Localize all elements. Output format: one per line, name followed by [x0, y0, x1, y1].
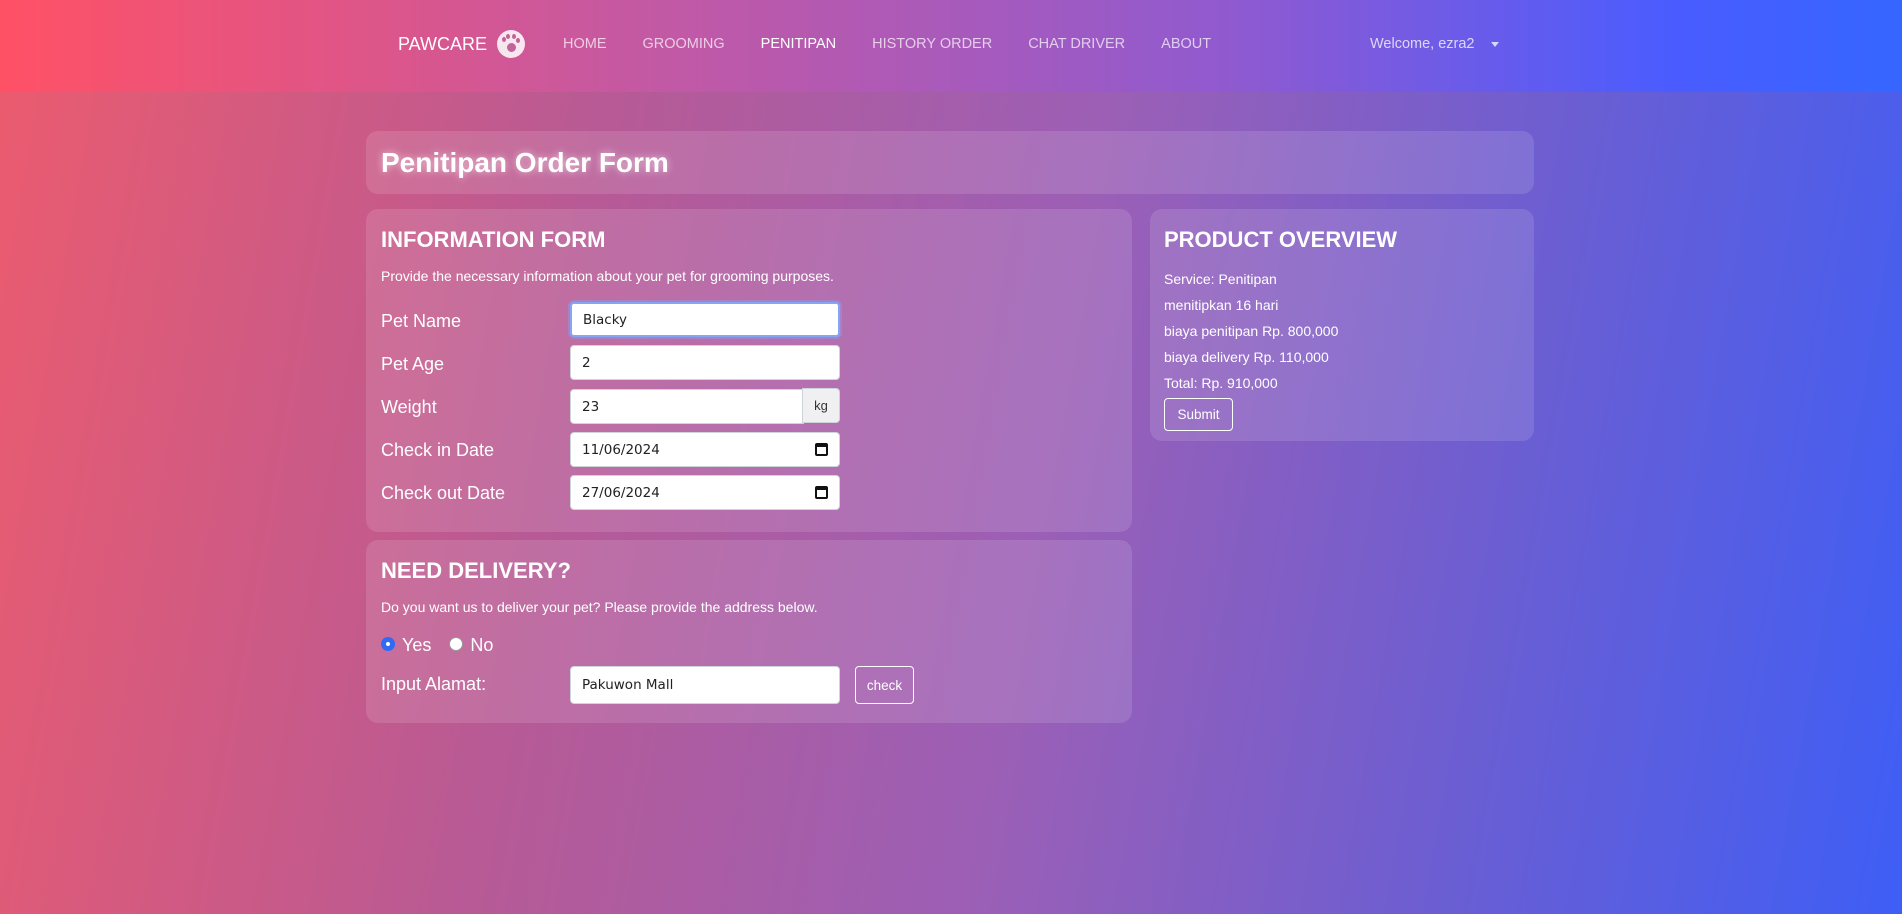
- radio-yes-label[interactable]: Yes: [402, 635, 431, 656]
- checkin-date-label: Check in Date: [381, 440, 495, 460]
- paw-icon: [497, 30, 526, 58]
- brand[interactable]: PAWCARE: [398, 30, 526, 58]
- delivery-heading: NEED DELIVERY?: [381, 558, 571, 583]
- delivery-description: Do you want us to deliver your pet? Plea…: [381, 599, 818, 615]
- overview-duration: menitipkan 16 hari: [1164, 297, 1279, 313]
- weight-input[interactable]: [570, 389, 804, 424]
- navbar: PAWCARE HOME GROOMING PENITIPAN HISTORY …: [0, 0, 1902, 92]
- pet-name-input[interactable]: [570, 302, 840, 337]
- nav-links: HOME GROOMING PENITIPAN HISTORY ORDER CH…: [563, 36, 1247, 52]
- radio-yes[interactable]: [381, 636, 395, 651]
- user-menu[interactable]: Welcome, ezra2: [1370, 36, 1499, 52]
- information-form: INFORMATION FORM Provide the necessary i…: [366, 209, 1132, 532]
- check-address-button[interactable]: check: [855, 666, 914, 704]
- address-input[interactable]: [570, 666, 840, 704]
- nav-link-home[interactable]: HOME: [563, 36, 607, 52]
- radio-no[interactable]: [449, 636, 464, 651]
- pet-name-label: Pet Name: [381, 311, 462, 331]
- user-welcome[interactable]: Welcome, ezra2: [1370, 36, 1475, 52]
- page-title: Penitipan Order Form: [381, 147, 669, 178]
- overview-heading: PRODUCT OVERVIEW: [1164, 227, 1398, 252]
- checkout-date-value: 27/06/2024: [582, 484, 660, 501]
- nav-link-history-order[interactable]: HISTORY ORDER: [872, 36, 992, 52]
- information-form-description: Provide the necessary information about …: [381, 268, 834, 284]
- radio-no-label[interactable]: No: [470, 635, 493, 656]
- overview-boarding-cost: biaya penitipan Rp. 800,000: [1164, 323, 1339, 339]
- calendar-icon[interactable]: [815, 486, 828, 499]
- overview-delivery-cost: biaya delivery Rp. 110,000: [1164, 349, 1329, 365]
- nav-link-about[interactable]: ABOUT: [1161, 36, 1211, 52]
- weight-unit-addon: kg: [802, 388, 840, 423]
- pet-age-label: Pet Age: [381, 354, 445, 374]
- overview-service: Service: Penitipan: [1164, 271, 1277, 287]
- calendar-icon[interactable]: [815, 443, 828, 456]
- product-overview: PRODUCT OVERVIEW Service: Penitipan meni…: [1150, 209, 1534, 441]
- checkin-date-value: 11/06/2024: [582, 441, 660, 458]
- checkout-date-label: Check out Date: [381, 483, 506, 503]
- nav-link-chat-driver[interactable]: CHAT DRIVER: [1028, 36, 1125, 52]
- submit-button[interactable]: Submit: [1164, 398, 1233, 431]
- nav-link-penitipan[interactable]: PENITIPAN: [761, 36, 836, 52]
- information-form-heading: INFORMATION FORM: [381, 227, 606, 252]
- checkin-date-input[interactable]: 11/06/2024: [570, 432, 840, 467]
- delivery-form: NEED DELIVERY? Do you want us to deliver…: [366, 540, 1132, 723]
- page-title-card: Penitipan Order Form: [366, 131, 1534, 194]
- chevron-down-icon[interactable]: [1490, 41, 1499, 47]
- delivery-options: Yes No: [381, 635, 493, 656]
- pet-age-input[interactable]: [570, 345, 840, 380]
- nav-link-grooming[interactable]: GROOMING: [643, 36, 725, 52]
- brand-name[interactable]: PAWCARE: [398, 34, 487, 55]
- overview-total: Total: Rp. 910,000: [1164, 375, 1278, 391]
- checkout-date-input[interactable]: 27/06/2024: [570, 475, 840, 510]
- weight-label: Weight: [381, 397, 437, 417]
- address-label: Input Alamat:: [381, 674, 487, 694]
